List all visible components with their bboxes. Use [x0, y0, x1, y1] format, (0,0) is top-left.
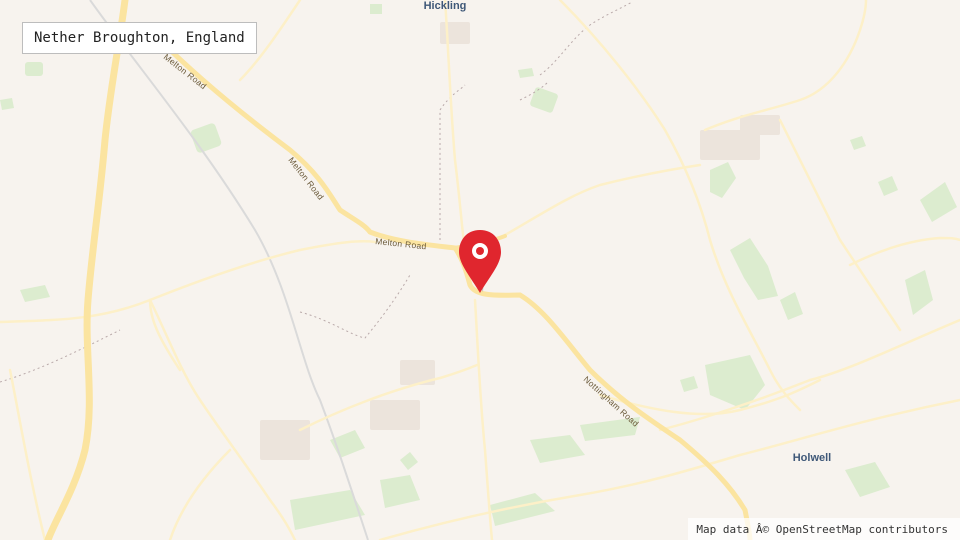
road-label-melton-road-west: Melton Road: [375, 236, 427, 251]
location-marker-icon[interactable]: [459, 230, 501, 293]
place-label-hickling[interactable]: Hickling: [424, 0, 467, 12]
road-label-melton-road-north-1: Melton Road: [162, 52, 209, 92]
place-label-holwell[interactable]: Holwell: [793, 452, 832, 464]
map-attribution[interactable]: Map data Â© OpenStreetMap contributors: [688, 518, 960, 540]
map-tiles[interactable]: Hickling Holwell Melton Road Melton Road…: [0, 0, 960, 540]
map-canvas[interactable]: Hickling Holwell Melton Road Melton Road…: [0, 0, 960, 540]
road-label-nottingham-road: Nottingham Road: [582, 374, 641, 429]
building-clusters: [260, 22, 780, 460]
location-title: Nether Broughton, England: [22, 22, 257, 54]
major-roads: [44, 0, 753, 540]
